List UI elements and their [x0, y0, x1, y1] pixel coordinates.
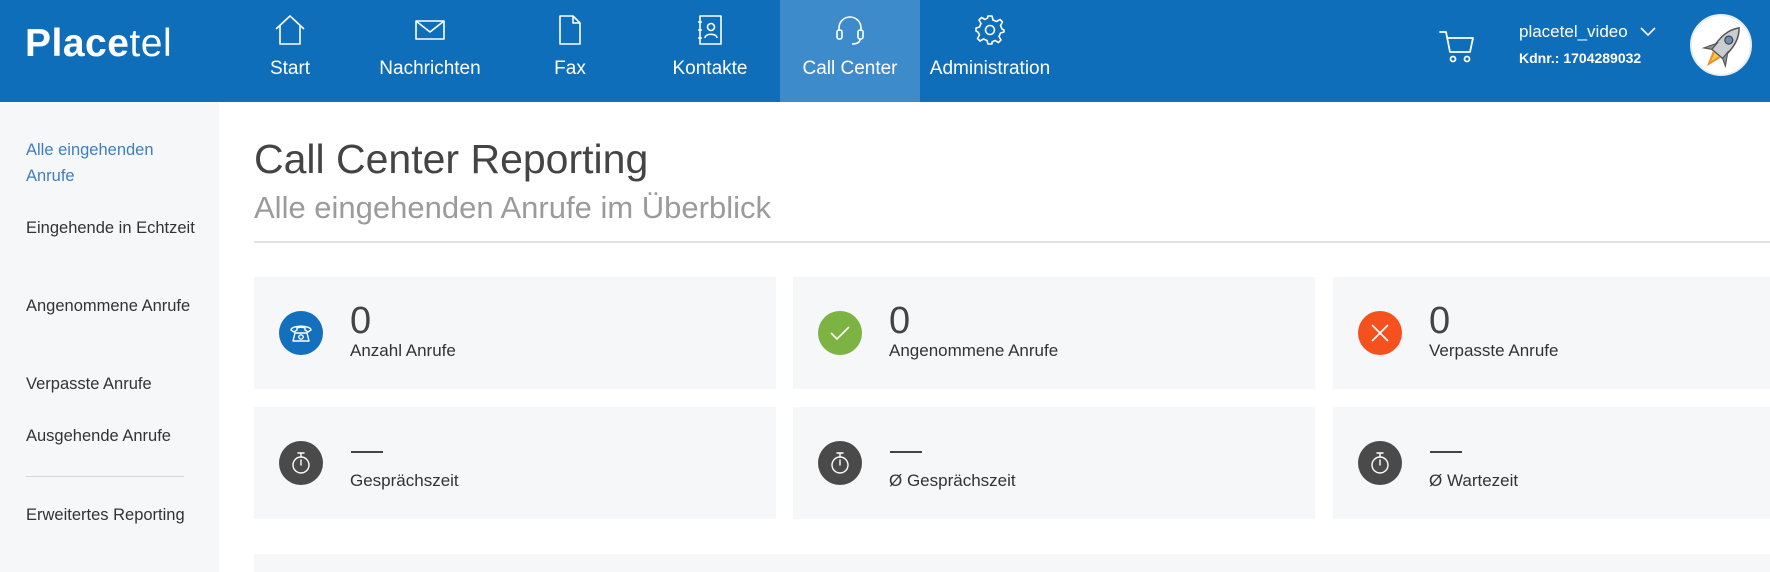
- nav-label-nachrichten: Nachrichten: [379, 58, 481, 79]
- checkmark-icon: [818, 311, 862, 355]
- stat-label: Verpasste Anrufe: [1429, 341, 1559, 360]
- stat-empty-dash: [1430, 451, 1462, 453]
- close-icon: [1358, 311, 1402, 355]
- nav-label-administration: Administration: [929, 58, 1051, 79]
- stat-card-gespraechszeit: Gesprächszeit: [254, 407, 776, 519]
- sidebar: Alle eingehenden Anrufe Eingehende in Ec…: [0, 102, 219, 572]
- placetel-logo[interactable]: Placetel: [25, 22, 172, 66]
- home-icon: [272, 12, 308, 48]
- logo-bold-part: Place: [25, 22, 130, 65]
- nav-label-fax: Fax: [554, 58, 586, 79]
- stopwatch-icon: [1358, 441, 1402, 485]
- nav-item-kontakte[interactable]: Kontakte: [640, 0, 780, 102]
- stopwatch-icon: [818, 441, 862, 485]
- headset-icon: [832, 12, 868, 48]
- user-menu[interactable]: placetel_video Kdnr.: 1704289032: [1519, 22, 1656, 66]
- sidebar-item-verpasste-anrufe[interactable]: Verpasste Anrufe: [26, 371, 196, 397]
- phone-icon: [279, 311, 323, 355]
- top-navigation-bar: Placetel Start Nachrichten Fax Kontakte …: [0, 0, 1770, 102]
- next-panel-edge: [254, 554, 1770, 572]
- stat-label: Ø Gesprächszeit: [889, 471, 1016, 490]
- customer-number: Kdnr.: 1704289032: [1519, 50, 1642, 66]
- nav-label-call-center: Call Center: [802, 58, 898, 79]
- stat-value: 0: [350, 300, 372, 342]
- stat-card-anzahl-anrufe: 0 Anzahl Anrufe: [254, 277, 776, 389]
- stopwatch-icon: [279, 441, 323, 485]
- stat-value: 0: [889, 300, 911, 342]
- stat-card-verpasste-anrufe: 0 Verpasste Anrufe: [1333, 277, 1770, 389]
- nav-item-call-center[interactable]: Call Center: [780, 0, 920, 102]
- stat-card-angenommene-anrufe: 0 Angenommene Anrufe: [793, 277, 1315, 389]
- sidebar-item-alle-eingehenden-anrufe[interactable]: Alle eingehenden Anrufe: [26, 137, 196, 189]
- fax-document-icon: [552, 12, 588, 48]
- stat-card-durchschnitt-wartezeit: Ø Wartezeit: [1333, 407, 1770, 519]
- rocket-icon: [1701, 26, 1740, 69]
- chevron-down-icon: [1640, 22, 1656, 42]
- nav-item-administration[interactable]: Administration: [920, 0, 1060, 102]
- stat-label: Anzahl Anrufe: [350, 341, 456, 360]
- nav-item-start[interactable]: Start: [220, 0, 360, 102]
- shopping-cart-icon[interactable]: [1438, 26, 1476, 66]
- nav-item-fax[interactable]: Fax: [500, 0, 640, 102]
- mail-icon: [412, 12, 448, 48]
- nav-item-nachrichten[interactable]: Nachrichten: [360, 0, 500, 102]
- user-name: placetel_video: [1519, 22, 1628, 41]
- main-nav: Start Nachrichten Fax Kontakte Call Cent…: [220, 0, 1060, 102]
- stat-label: Ø Wartezeit: [1429, 471, 1519, 490]
- contacts-book-icon: [692, 12, 728, 48]
- gear-icon: [972, 12, 1008, 48]
- stat-label: Gesprächszeit: [350, 471, 459, 490]
- nav-label-kontakte: Kontakte: [672, 58, 748, 79]
- sidebar-item-ausgehende-anrufe[interactable]: Ausgehende Anrufe: [26, 423, 196, 449]
- main-content: Call Center Reporting Alle eingehenden A…: [254, 102, 1770, 572]
- sidebar-item-eingehende-in-echtzeit[interactable]: Eingehende in Echtzeit: [26, 215, 196, 241]
- stat-empty-dash: [351, 451, 383, 453]
- avatar[interactable]: [1690, 14, 1752, 76]
- stat-label: Angenommene Anrufe: [889, 341, 1059, 360]
- sidebar-divider: [26, 476, 184, 477]
- sidebar-item-angenommene-anrufe[interactable]: Angenommene Anrufe: [26, 293, 196, 319]
- logo-thin-part: tel: [129, 22, 173, 65]
- page-title: Call Center Reporting: [254, 136, 649, 182]
- title-divider: [254, 241, 1770, 243]
- nav-label-start: Start: [269, 58, 311, 79]
- stat-value: 0: [1429, 300, 1451, 342]
- stat-empty-dash: [890, 451, 922, 453]
- page-subtitle: Alle eingehenden Anrufe im Überblick: [254, 190, 771, 225]
- stat-card-durchschnitt-gespraechszeit: Ø Gesprächszeit: [793, 407, 1315, 519]
- sidebar-item-erweitertes-reporting[interactable]: Erweitertes Reporting: [26, 502, 196, 528]
